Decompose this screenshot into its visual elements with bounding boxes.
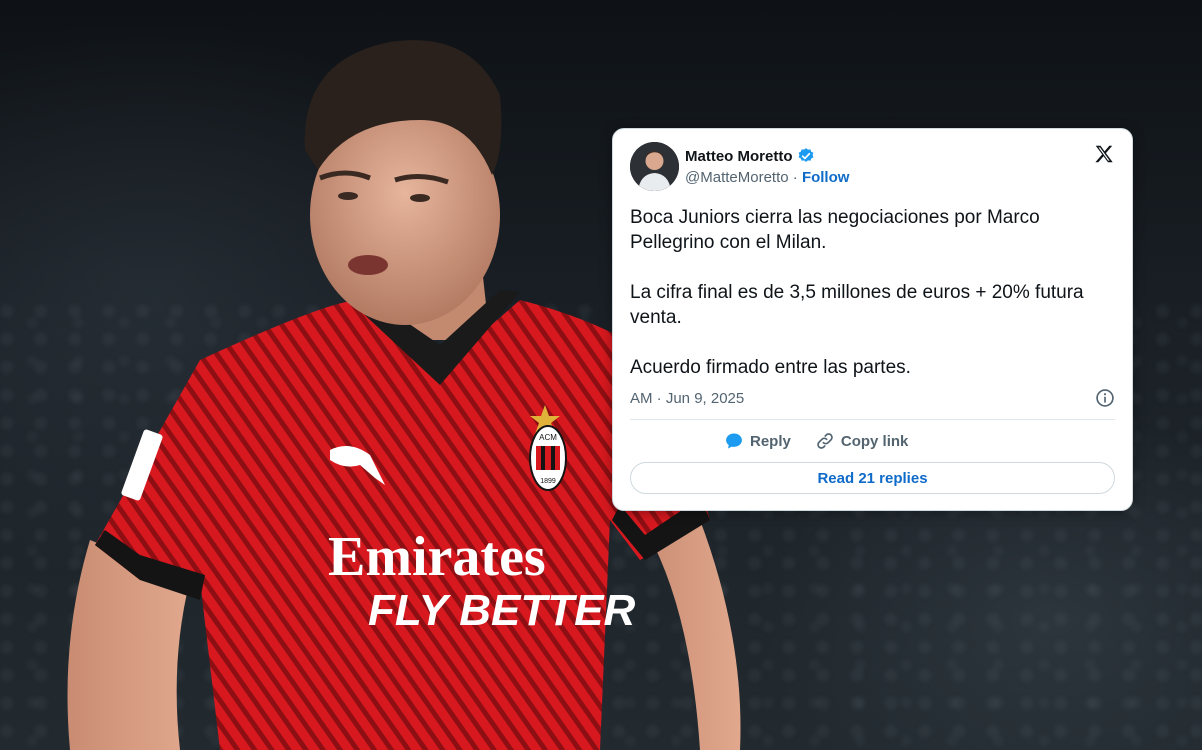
tweet-body: Boca Juniors cierra las negociaciones po… (630, 205, 1112, 380)
tweet-paragraph: Boca Juniors cierra las negociaciones po… (630, 207, 1040, 253)
tweet-actions: Reply Copy link (630, 431, 908, 451)
follow-button[interactable]: Follow (802, 169, 850, 186)
reply-action[interactable]: Reply (724, 431, 791, 451)
author-handle-row: @MatteMoretto · Follow (685, 169, 849, 186)
tweet-paragraph: La cifra final es de 3,5 millones de eur… (630, 282, 1084, 328)
timestamp-separator: · (656, 390, 662, 407)
author-avatar[interactable] (630, 142, 679, 191)
crest-year: 1899 (540, 478, 556, 485)
embedded-tweet-card[interactable]: Matteo Moretto @MatteMoretto · Follow Bo… (612, 128, 1133, 511)
copy-link-label[interactable]: Copy link (841, 433, 909, 450)
reply-icon (726, 433, 742, 449)
author-name-text[interactable]: Matteo Moretto (685, 148, 793, 165)
verified-badge-icon (798, 148, 813, 162)
read-replies-label[interactable]: Read 21 replies (817, 470, 927, 487)
tweet-date[interactable]: Jun 9, 2025 (666, 390, 744, 407)
copy-link-action[interactable]: Copy link (815, 431, 909, 451)
divider (630, 419, 1115, 420)
tweet-timestamp[interactable]: AM · Jun 9, 2025 (630, 390, 744, 407)
author-name[interactable]: Matteo Moretto (685, 147, 815, 165)
tweet-time[interactable]: AM (630, 390, 653, 407)
link-icon (817, 433, 833, 449)
read-replies-button[interactable]: Read 21 replies (630, 462, 1115, 494)
handle-separator: · (792, 169, 798, 186)
sponsor-fly-better: FLY BETTER (368, 586, 635, 635)
sponsor-emirates: Emirates (328, 526, 546, 588)
x-logo-icon[interactable] (1093, 143, 1115, 165)
tweet-paragraph: Acuerdo firmado entre las partes. (630, 357, 911, 378)
author-handle[interactable]: @MatteMoretto (685, 169, 789, 186)
crest-text: ACM (539, 433, 557, 442)
reply-label[interactable]: Reply (750, 433, 791, 450)
like-action[interactable] (630, 431, 700, 451)
info-icon[interactable] (1095, 388, 1115, 408)
